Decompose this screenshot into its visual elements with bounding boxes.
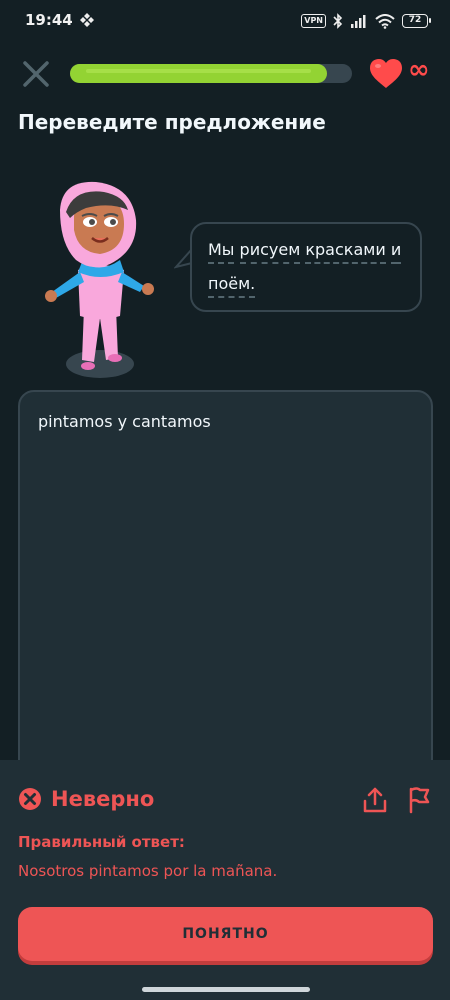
incorrect-icon <box>19 788 41 810</box>
answer-text: pintamos y cantamos <box>38 412 211 431</box>
home-indicator[interactable] <box>142 987 310 992</box>
share-button[interactable] <box>362 786 388 814</box>
prompt-word[interactable]: рисуем <box>239 240 301 264</box>
prompt-word[interactable]: и <box>390 240 402 264</box>
feedback-title: Неверно <box>51 787 155 811</box>
prompt-line-1: Мы рисуем красками и <box>208 240 402 264</box>
prompt-line-2: поём. <box>208 274 256 298</box>
continue-button[interactable]: ПОНЯТНО <box>18 907 433 961</box>
lesson-progress-bar <box>70 64 352 83</box>
correct-answer-label: Правильный ответ: <box>18 833 185 851</box>
speech-bubble: Мы рисуем красками и поём. <box>190 222 422 312</box>
status-bar: 19:44 VPN 72 <box>0 0 450 42</box>
status-time: 19:44 <box>25 11 73 29</box>
exercise-instruction: Переведите предложение <box>18 110 326 134</box>
flag-icon <box>409 787 430 814</box>
lesson-screen: 19:44 VPN 72 ∞ Переведите предложение Мы… <box>0 0 450 1000</box>
share-icon <box>363 787 387 813</box>
hearts-count: ∞ <box>408 55 430 85</box>
prompt-word[interactable]: Мы <box>208 240 235 264</box>
signal-icon <box>351 15 366 28</box>
prompt-word[interactable]: поём. <box>208 274 256 298</box>
game-controller-icon <box>80 13 94 27</box>
close-icon <box>23 61 49 87</box>
correct-answer-text: Nosotros pintamos por la mañana. <box>18 862 278 880</box>
heart-icon <box>370 59 402 88</box>
status-icons: VPN 72 <box>301 11 431 31</box>
bluetooth-icon <box>333 13 343 29</box>
character-illustration <box>45 181 154 378</box>
battery-indicator: 72 <box>402 14 431 28</box>
answer-input[interactable]: pintamos y cantamos <box>18 390 433 810</box>
report-button[interactable] <box>406 786 432 814</box>
wifi-icon <box>375 13 395 29</box>
lesson-progress-fill <box>70 64 327 83</box>
progress-highlight <box>86 69 311 73</box>
close-button[interactable] <box>20 58 52 90</box>
prompt-word[interactable]: красками <box>305 240 386 264</box>
vpn-badge: VPN <box>301 14 326 28</box>
feedback-panel: Неверно Правильный ответ: Nosotros pinta… <box>0 760 450 1000</box>
